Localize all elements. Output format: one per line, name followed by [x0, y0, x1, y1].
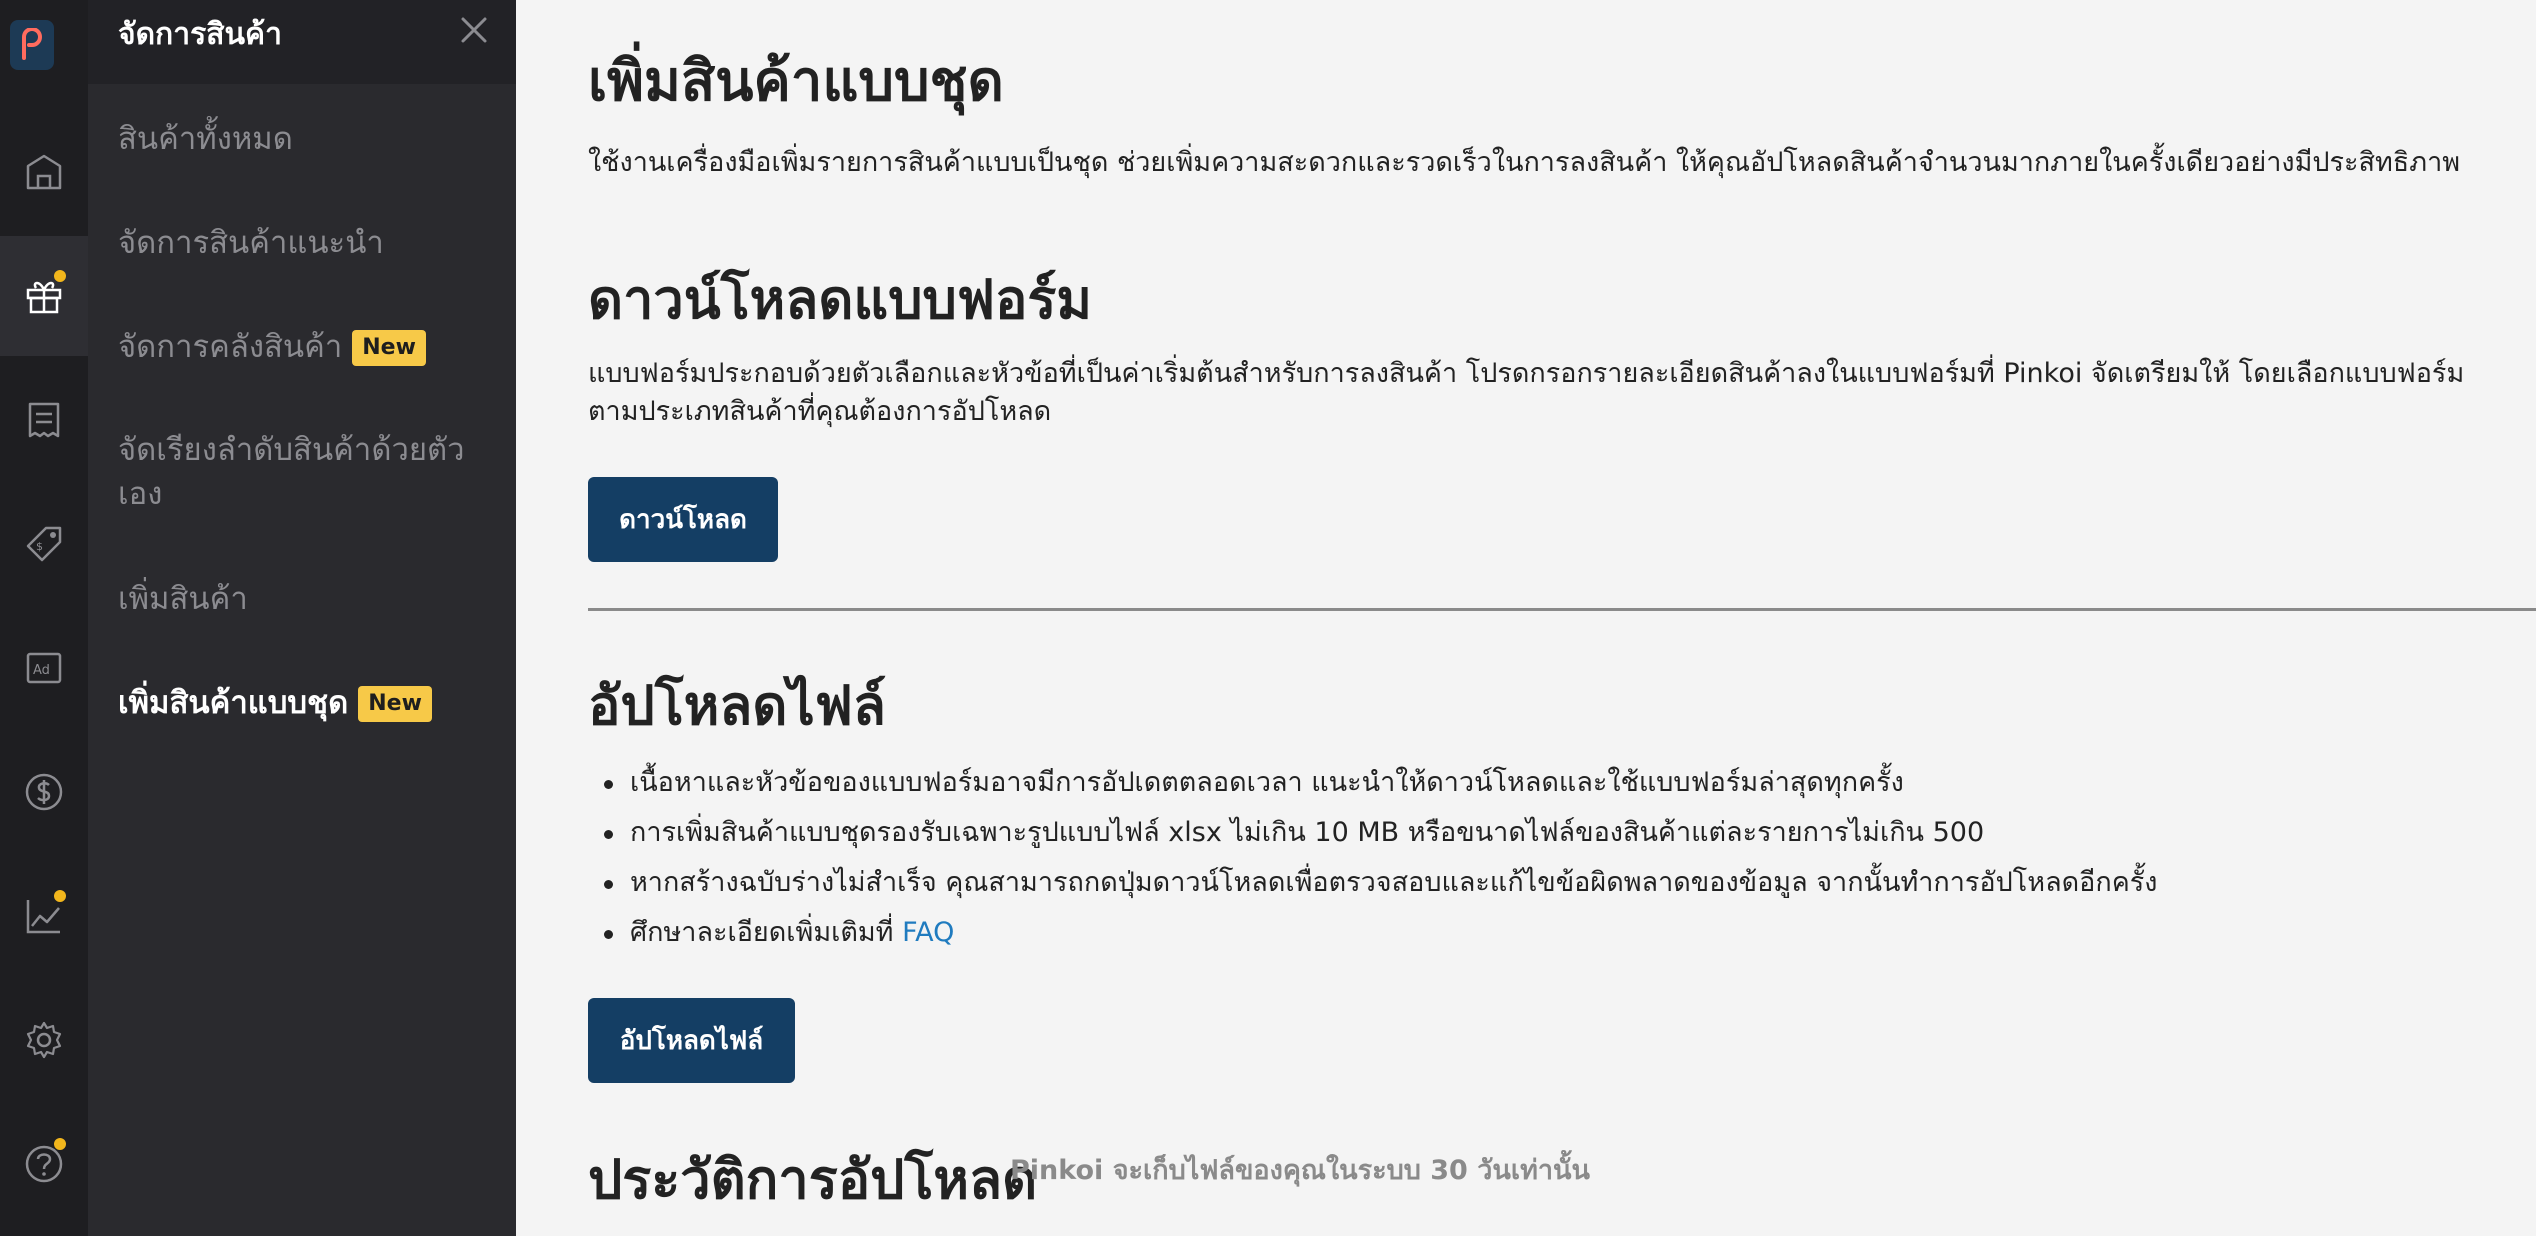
- rail-item-orders[interactable]: [0, 360, 88, 480]
- sidebar-item-label: เพิ่มสินค้า: [118, 581, 248, 617]
- upload-history-note: Pinkoi จะเก็บไฟล์ของคุณในระบบ 30 วันเท่า…: [1010, 1155, 1590, 1186]
- rail-item-finance[interactable]: [0, 732, 88, 852]
- price-tag-icon: $: [26, 526, 62, 562]
- upload-file-button[interactable]: อัปโหลดไฟล์: [588, 998, 795, 1083]
- pinkoi-logo-mark: [22, 28, 42, 60]
- sidebar-item-bulk-add[interactable]: เพิ่มสินค้าแบบชุด New: [118, 681, 488, 725]
- product-management-sidebar: จัดการสินค้า สินค้าทั้งหมด จัดการสินค้าแ…: [88, 0, 516, 1236]
- svg-text:$: $: [36, 540, 43, 553]
- sidebar-item-add-product[interactable]: เพิ่มสินค้า: [118, 577, 488, 621]
- receipt-icon: [28, 402, 60, 438]
- rail-item-shop[interactable]: [0, 112, 88, 232]
- sidebar-item-label: จัดเรียงลำดับสินค้าด้วยตัวเอง: [118, 432, 465, 512]
- sidebar-header: จัดการสินค้า: [88, 0, 516, 84]
- rail-item-promotions[interactable]: $: [0, 484, 88, 604]
- sidebar-item-all-products[interactable]: สินค้าทั้งหมด: [118, 117, 488, 161]
- upload-heading: อัปโหลดไฟล์: [588, 674, 886, 737]
- dollar-icon: [25, 773, 63, 811]
- close-icon[interactable]: [458, 14, 490, 46]
- list-item: หากสร้างฉบับร่างไม่สำเร็จ คุณสามารถกดปุ่…: [588, 858, 2508, 908]
- page-title: เพิ่มสินค้าแบบชุด: [588, 49, 1004, 114]
- download-description: แบบฟอร์มประกอบด้วยตัวเลือกและหัวข้อที่เป…: [588, 358, 2465, 427]
- rail-item-analytics[interactable]: [0, 856, 88, 976]
- notification-dot: [54, 890, 66, 902]
- section-divider: [588, 608, 2536, 611]
- notification-dot: [54, 1138, 66, 1150]
- list-item: เนื้อหาและหัวข้อของแบบฟอร์มอาจมีการอัปเด…: [588, 758, 2508, 808]
- download-button[interactable]: ดาวน์โหลด: [588, 477, 778, 562]
- upload-notes-list: เนื้อหาและหัวข้อของแบบฟอร์มอาจมีการอัปเด…: [588, 758, 2508, 958]
- new-badge: New: [352, 330, 426, 366]
- main-content: เพิ่มสินค้าแบบชุด ใช้งานเครื่องมือเพิ่มร…: [588, 0, 2536, 1236]
- faq-link[interactable]: FAQ: [902, 917, 954, 948]
- sidebar-item-label: สินค้าทั้งหมด: [118, 121, 293, 157]
- download-heading: ดาวน์โหลดแบบฟอร์ม: [588, 268, 1093, 331]
- sidebar-item-label: จัดการคลังสินค้า: [118, 329, 343, 365]
- sidebar-title: จัดการสินค้า: [118, 16, 282, 52]
- gear-icon: [26, 1021, 62, 1059]
- upload-history-heading: ประวัติการอัปโหลด: [588, 1148, 1038, 1211]
- rail-item-products[interactable]: [0, 236, 88, 356]
- rail-item-ads[interactable]: Ad: [0, 608, 88, 728]
- sidebar-item-label: จัดการสินค้าแนะนำ: [118, 225, 384, 261]
- sidebar-item-featured-products[interactable]: จัดการสินค้าแนะนำ: [118, 221, 488, 265]
- new-badge: New: [358, 686, 432, 722]
- rail-item-help[interactable]: [0, 1104, 88, 1224]
- sidebar-item-label: เพิ่มสินค้าแบบชุด: [118, 685, 349, 721]
- page-intro: ใช้งานเครื่องมือเพิ่มรายการสินค้าแบบเป็น…: [588, 147, 2461, 178]
- notification-dot: [54, 270, 66, 282]
- list-item: ศึกษาละเอียดเพิ่มเติมที่ FAQ: [588, 908, 2508, 958]
- sidebar-item-sort-products[interactable]: จัดเรียงลำดับสินค้าด้วยตัวเอง: [118, 428, 478, 516]
- list-item: การเพิ่มสินค้าแบบชุดรองรับเฉพาะรูปแบบไฟล…: [588, 808, 2508, 858]
- faq-prefix: ศึกษาละเอียดเพิ่มเติมที่: [630, 917, 903, 948]
- svg-text:Ad: Ad: [33, 663, 50, 678]
- pinkoi-logo[interactable]: [10, 20, 54, 70]
- shop-icon: [26, 154, 62, 190]
- ad-icon: Ad: [26, 652, 62, 684]
- rail-item-settings[interactable]: [0, 980, 88, 1100]
- sidebar-item-inventory[interactable]: จัดการคลังสินค้า New: [118, 325, 488, 369]
- icon-rail: $ Ad: [0, 0, 88, 1236]
